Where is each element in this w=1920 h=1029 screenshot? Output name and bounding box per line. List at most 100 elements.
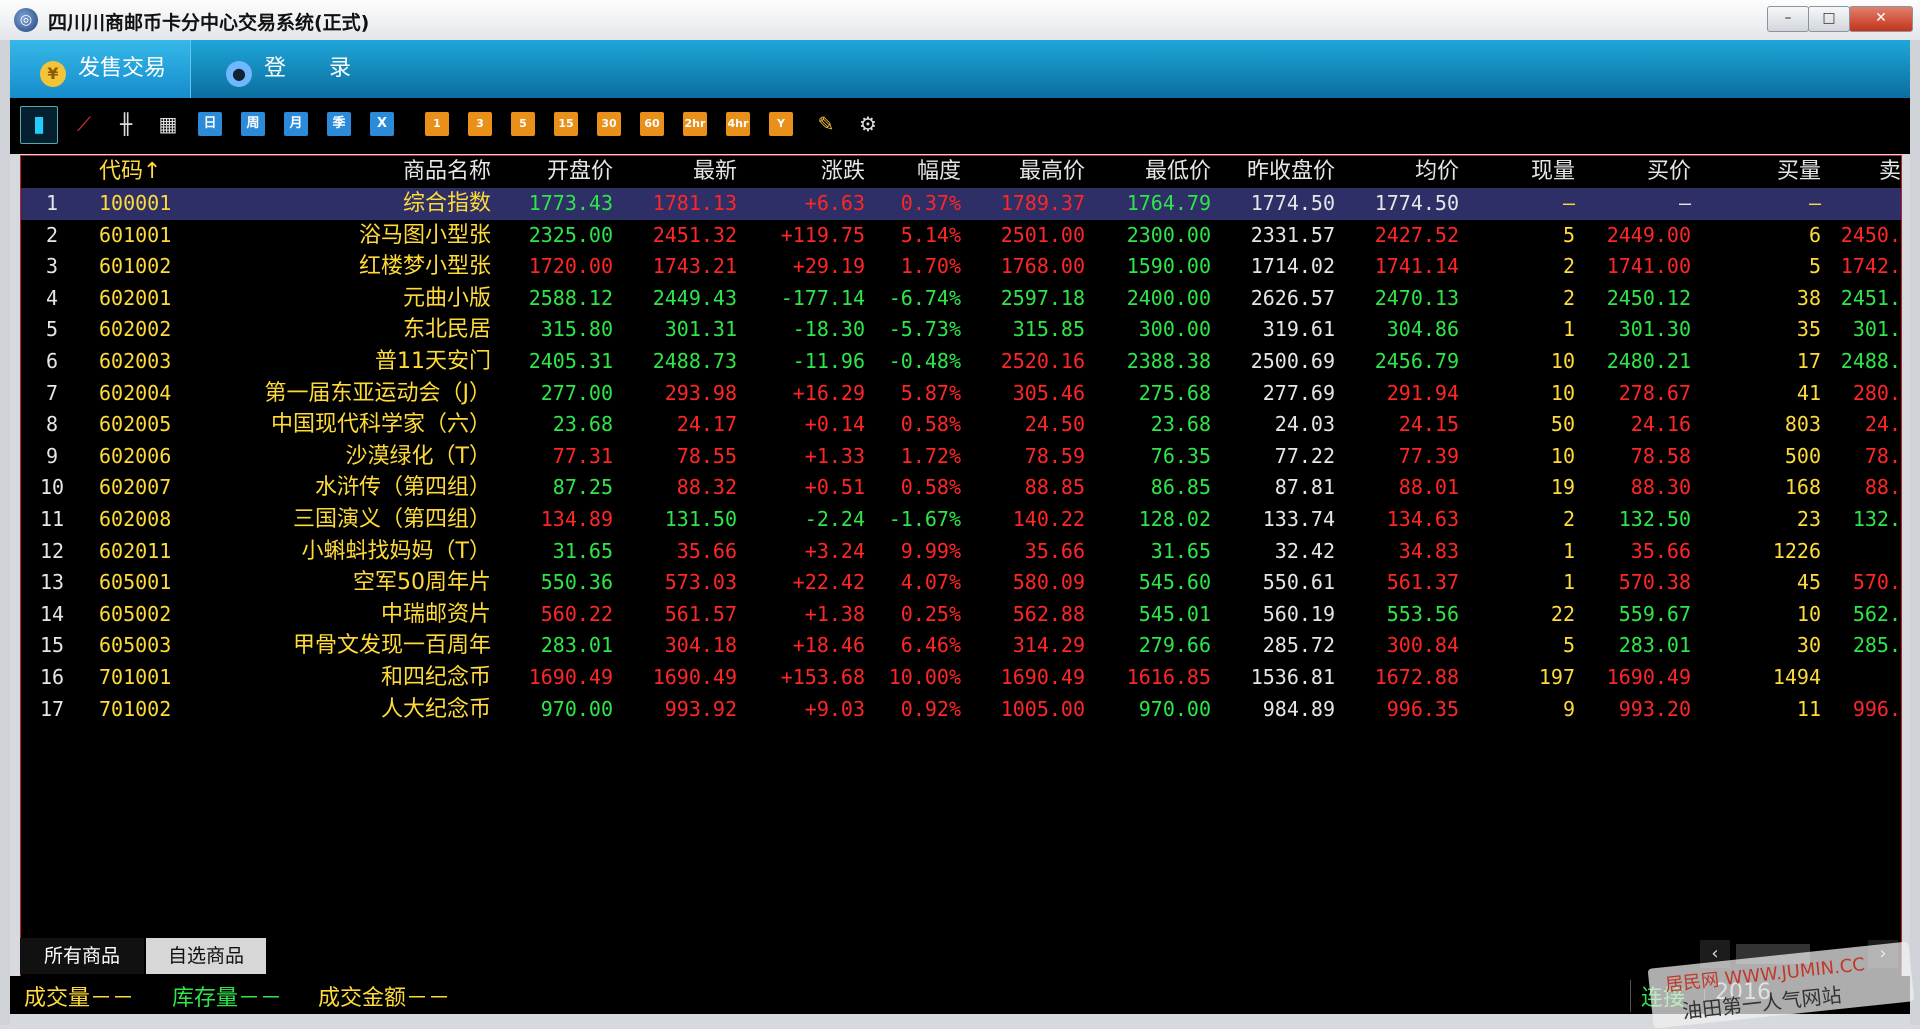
- cell-prev: 24.03: [1274, 412, 1335, 437]
- table-row[interactable]: 1 100001 综合指数 1773.43 1781.13 +6.63 0.37% 1789.…: [21, 188, 1901, 220]
- minute-15-button[interactable]: 15: [554, 112, 578, 136]
- hour-4-button[interactable]: 4hr: [726, 112, 750, 136]
- cell-idx: 15: [39, 633, 65, 658]
- tab-all-products[interactable]: 所有商品: [20, 938, 144, 974]
- table-row[interactable]: 13 605001 空军50周年片 550.36 573.03 +22.42 4.07% 58…: [21, 567, 1901, 599]
- column-header-bidq[interactable]: 买量: [1691, 156, 1821, 188]
- table-row[interactable]: 7 602004 第一届东亚运动会（J） 277.00 293.98 +16.29 5.87…: [21, 378, 1901, 410]
- table-row[interactable]: 3 601002 红楼梦小型张 1720.00 1743.21 +29.19 1.70% 17…: [21, 251, 1901, 283]
- cell-vol: 5: [1562, 222, 1575, 247]
- cell-chg: +16.29: [792, 380, 865, 405]
- table-row[interactable]: 4 602001 元曲小版 2588.12 2449.43 -177.14 -6.74% 25…: [21, 283, 1901, 315]
- cell-vol: 5: [1562, 633, 1575, 658]
- cell-last: 293.98: [664, 380, 737, 405]
- cell-ask: 570.: [1852, 570, 1901, 595]
- cell-high: 35.66: [1024, 538, 1085, 563]
- cell-open: 2588.12: [528, 285, 613, 310]
- bar-chart-icon[interactable]: ▮: [20, 106, 58, 144]
- close-button[interactable]: ✕: [1849, 6, 1913, 32]
- column-header-ask[interactable]: 卖: [1821, 156, 1901, 188]
- cell-ask: 2488.: [1840, 348, 1901, 373]
- table-row[interactable]: 15 605003 甲骨文发现一百周年 283.01 304.18 +18.46 6.46%…: [21, 630, 1901, 662]
- column-header-idx[interactable]: [21, 156, 83, 188]
- column-header-open[interactable]: 开盘价: [491, 156, 613, 188]
- period-quarter-button[interactable]: 季: [327, 112, 351, 136]
- cell-high: 315.85: [1012, 317, 1085, 342]
- column-header-name[interactable]: 商品名称: [161, 156, 491, 188]
- cell-prev: 1714.02: [1250, 254, 1335, 279]
- column-header-vol[interactable]: 现量: [1459, 156, 1575, 188]
- cell-avg: 2470.13: [1374, 285, 1459, 310]
- cell-name: 红楼梦小型张: [358, 254, 491, 280]
- table-row[interactable]: 14 605002 中瑞邮资片 560.22 561.57 +1.38 0.25% 562.8…: [21, 599, 1901, 631]
- column-header-avg[interactable]: 均价: [1335, 156, 1459, 188]
- cell-pct: 5.14%: [900, 222, 961, 247]
- line-chart-icon[interactable]: ⟋: [72, 112, 96, 136]
- cell-bidq: 168: [1784, 475, 1821, 500]
- column-header-chg[interactable]: 涨跌: [737, 156, 865, 188]
- status-stock: 库存量－－: [172, 986, 283, 1011]
- cell-vol: 1: [1562, 570, 1575, 595]
- table-row[interactable]: 6 602003 普11天安门 2405.31 2488.73 -11.96 -0.48% 2…: [21, 346, 1901, 378]
- table-row[interactable]: 16 701001 和四纪念币 1690.49 1690.49 +153.68 10.00%…: [21, 662, 1901, 694]
- table-row[interactable]: 12 602011 小蝌蚪找妈妈（T） 31.65 35.66 +3.24 9.99% 35.…: [21, 536, 1901, 568]
- cell-open: 550.36: [540, 570, 613, 595]
- tab-login[interactable]: ● 登 录: [210, 40, 370, 98]
- column-header-bid[interactable]: 买价: [1575, 156, 1691, 188]
- period-month-button[interactable]: 月: [284, 112, 308, 136]
- minute-30-button[interactable]: 30: [597, 112, 621, 136]
- cell-prev: 87.81: [1274, 475, 1335, 500]
- cell-name: 甲骨文发现一百周年: [292, 633, 491, 659]
- cell-bid: 559.67: [1618, 601, 1691, 626]
- table-row[interactable]: 10 602007 水浒传（第四组） 87.25 88.32 +0.51 0.58% 88.8…: [21, 472, 1901, 504]
- cell-vol: 9: [1562, 696, 1575, 721]
- cell-idx: 16: [39, 664, 65, 689]
- table-row[interactable]: 8 602005 中国现代科学家（六） 23.68 24.17 +0.14 0.58% 24.…: [21, 409, 1901, 441]
- minute-1-button[interactable]: 1: [425, 112, 449, 136]
- year-button[interactable]: Y: [769, 112, 793, 136]
- cell-pct: -5.73%: [888, 317, 961, 342]
- tab-favorite-products[interactable]: 自选商品: [146, 938, 266, 974]
- cell-avg: 553.56: [1386, 601, 1459, 626]
- minimize-button[interactable]: –: [1767, 6, 1809, 32]
- table-row[interactable]: 2 601001 浴马图小型张 2325.00 2451.32 +119.75 5.14% 2…: [21, 220, 1901, 252]
- cell-pct: 6.46%: [900, 633, 961, 658]
- column-header-pct[interactable]: 幅度: [865, 156, 961, 188]
- maximize-button[interactable]: □: [1808, 6, 1850, 32]
- minute-3-button[interactable]: 3: [468, 112, 492, 136]
- column-header-prev[interactable]: 昨收盘价: [1211, 156, 1335, 188]
- cell-idx: 14: [39, 601, 65, 626]
- cell-bid: 2450.12: [1606, 285, 1691, 310]
- tab-sell-trade[interactable]: ¥ 发售交易: [10, 40, 191, 98]
- period-week-button[interactable]: 周: [241, 112, 265, 136]
- gear-icon[interactable]: ⚙: [856, 112, 880, 136]
- minute-60-button[interactable]: 60: [640, 112, 664, 136]
- cell-idx: 9: [45, 443, 59, 468]
- cell-chg: +1.38: [804, 601, 865, 626]
- column-header-last[interactable]: 最新: [613, 156, 737, 188]
- column-header-high[interactable]: 最高价: [961, 156, 1085, 188]
- minute-5-button[interactable]: 5: [511, 112, 535, 136]
- cell-chg: +6.63: [804, 191, 865, 215]
- calendar-icon[interactable]: ▦: [156, 112, 180, 136]
- cell-low: 23.68: [1150, 412, 1211, 437]
- cell-ask: 996.: [1852, 696, 1901, 721]
- edit-note-icon[interactable]: ✎: [814, 112, 838, 136]
- cell-low: 2400.00: [1126, 285, 1211, 310]
- cell-ask: 1742.: [1840, 254, 1901, 279]
- cell-name: 水浒传（第四组）: [314, 475, 491, 501]
- cell-avg: 1672.88: [1374, 664, 1459, 689]
- cell-name: 东北民居: [402, 317, 491, 343]
- cell-last: 304.18: [664, 633, 737, 658]
- cell-pct: 1.70%: [900, 254, 961, 279]
- table-row[interactable]: 5 602002 东北民居 315.80 301.31 -18.30 -5.73% 315.8…: [21, 314, 1901, 346]
- period-day-button[interactable]: 日: [198, 112, 222, 136]
- cell-bid: 278.67: [1618, 380, 1691, 405]
- hour-2-button[interactable]: 2hr: [683, 112, 707, 136]
- table-row[interactable]: 9 602006 沙漠绿化（T） 77.31 78.55 +1.33 1.72% 78.59 7…: [21, 441, 1901, 473]
- period-x-button[interactable]: X: [370, 112, 394, 136]
- candlestick-icon[interactable]: ╫: [114, 112, 138, 136]
- table-row[interactable]: 17 701002 人大纪念币 970.00 993.92 +9.03 0.92% 1005.…: [21, 694, 1901, 726]
- column-header-low[interactable]: 最低价: [1085, 156, 1211, 188]
- table-row[interactable]: 11 602008 三国演义（第四组） 134.89 131.50 -2.24 -1.67%…: [21, 504, 1901, 536]
